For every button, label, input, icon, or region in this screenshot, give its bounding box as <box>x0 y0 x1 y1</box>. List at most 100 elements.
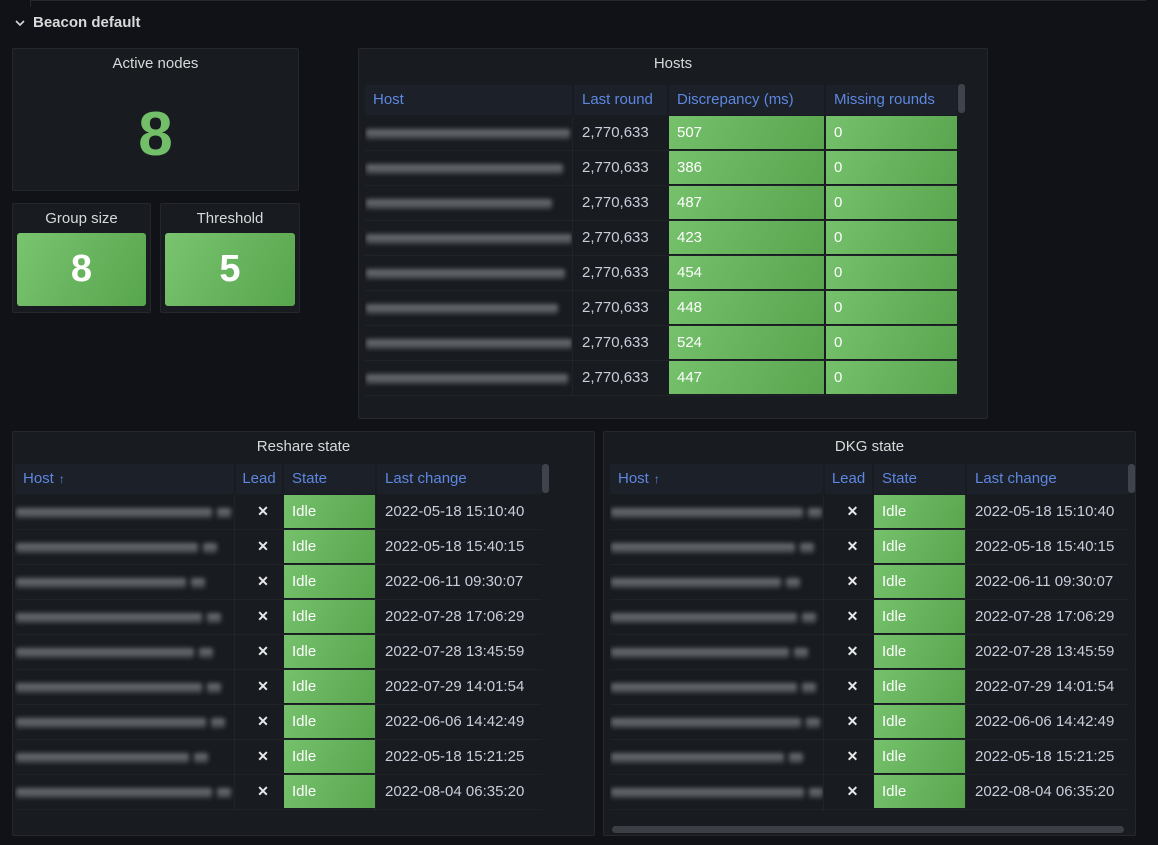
hosts-vertical-scrollbar-thumb[interactable] <box>958 84 965 113</box>
redacted-host-name-tail <box>217 787 231 799</box>
missing-rounds-cell: 0 <box>826 151 957 184</box>
host-cell <box>15 635 234 670</box>
lead-x-mark: ✕ <box>823 775 872 810</box>
redacted-host-name-tail <box>800 542 814 554</box>
last-round-cell: 2,770,633 <box>572 291 667 326</box>
redacted-host-name <box>366 233 572 245</box>
discrepancy-cell: 386 <box>669 151 824 184</box>
state-cell: Idle <box>284 775 375 808</box>
table-row: ✕Idle2022-06-06 14:42:49 <box>15 705 542 740</box>
redacted-host-name-tail <box>802 682 816 694</box>
table-row: 2,770,6334480 <box>365 291 957 326</box>
last-change-cell: 2022-05-18 15:40:15 <box>965 530 1129 565</box>
redacted-host-name-tail <box>808 507 822 519</box>
column-header-missing-rounds[interactable]: Missing rounds <box>826 85 957 115</box>
table-row: 2,770,6335240 <box>365 326 957 361</box>
column-header-host-sorted[interactable]: Host↑ <box>610 464 823 494</box>
panel-dkg-state: DKG state Host↑ Lead State Last change ✕… <box>603 431 1136 836</box>
panel-threshold: Threshold 5 <box>160 203 300 313</box>
lead-x-mark: ✕ <box>234 740 282 775</box>
host-cell <box>15 600 234 635</box>
section-header-beacon-default[interactable]: Beacon default <box>14 14 141 31</box>
column-header-host-sorted[interactable]: Host↑ <box>15 464 234 494</box>
hosts-table-header: Host Last round Discrepancy (ms) Missing… <box>365 85 957 115</box>
lead-x-mark: ✕ <box>234 775 282 810</box>
table-row: ✕Idle2022-06-06 14:42:49 <box>610 705 1129 740</box>
reshare-vertical-scrollbar-thumb[interactable] <box>542 464 549 493</box>
redacted-host-name <box>366 128 570 140</box>
redacted-host-name <box>611 577 781 589</box>
table-row: 2,770,6333860 <box>365 151 957 186</box>
redacted-host-name <box>366 198 552 210</box>
last-change-cell: 2022-05-18 15:10:40 <box>375 495 542 530</box>
redacted-host-name <box>611 507 803 519</box>
redacted-host-name <box>16 717 206 729</box>
panel-title-group-size[interactable]: Group size <box>13 204 150 234</box>
reshare-table-body: ✕Idle2022-05-18 15:10:40✕Idle2022-05-18 … <box>15 495 542 810</box>
host-cell <box>610 670 823 705</box>
lead-x-mark: ✕ <box>823 705 872 740</box>
column-header-last-change[interactable]: Last change <box>377 464 542 494</box>
last-change-cell: 2022-06-06 14:42:49 <box>965 705 1129 740</box>
panel-above-edge <box>30 0 1146 7</box>
redacted-host-name <box>366 373 568 385</box>
host-cell <box>365 326 572 361</box>
dkg-horizontal-scrollbar-thumb[interactable] <box>612 826 1124 833</box>
panel-title-dkg-state[interactable]: DKG state <box>604 432 1135 462</box>
hosts-table-body: 2,770,63350702,770,63338602,770,63348702… <box>365 116 957 396</box>
sort-asc-icon: ↑ <box>59 472 65 486</box>
lead-x-mark: ✕ <box>234 705 282 740</box>
last-change-cell: 2022-07-28 13:45:59 <box>965 635 1129 670</box>
state-cell: Idle <box>284 670 375 703</box>
panel-hosts: Hosts Host Last round Discrepancy (ms) M… <box>358 48 988 419</box>
last-round-cell: 2,770,633 <box>572 221 667 256</box>
table-row: ✕Idle2022-07-28 17:06:29 <box>610 600 1129 635</box>
lead-x-mark: ✕ <box>823 670 872 705</box>
last-change-cell: 2022-08-04 06:35:20 <box>965 775 1129 810</box>
host-cell <box>365 291 572 326</box>
host-cell <box>610 775 823 810</box>
column-header-state[interactable]: State <box>284 464 375 494</box>
redacted-host-name-tail <box>809 787 823 799</box>
state-cell: Idle <box>284 530 375 563</box>
host-cell <box>610 600 823 635</box>
host-cell <box>610 705 823 740</box>
column-header-last-change[interactable]: Last change <box>967 464 1129 494</box>
column-header-discrepancy[interactable]: Discrepancy (ms) <box>669 85 824 115</box>
redacted-host-name-tail <box>194 752 208 764</box>
lead-x-mark: ✕ <box>234 565 282 600</box>
column-header-state[interactable]: State <box>874 464 965 494</box>
last-round-cell: 2,770,633 <box>572 116 667 151</box>
panel-title-hosts[interactable]: Hosts <box>359 49 987 79</box>
column-header-last-round[interactable]: Last round <box>574 85 667 115</box>
dkg-vertical-scrollbar-thumb[interactable] <box>1128 464 1135 493</box>
table-row: ✕Idle2022-06-11 09:30:07 <box>610 565 1129 600</box>
redacted-host-name <box>611 787 804 799</box>
redacted-host-name <box>16 507 212 519</box>
redacted-host-name-tail <box>217 507 231 519</box>
host-cell <box>15 565 234 600</box>
host-cell <box>365 151 572 186</box>
panel-title-threshold[interactable]: Threshold <box>161 204 299 234</box>
missing-rounds-cell: 0 <box>826 326 957 359</box>
redacted-host-name <box>16 647 194 659</box>
redacted-host-name <box>16 682 202 694</box>
host-cell <box>15 670 234 705</box>
panel-title-reshare-state[interactable]: Reshare state <box>13 432 594 462</box>
state-cell: Idle <box>284 705 375 738</box>
panel-title-active-nodes[interactable]: Active nodes <box>13 49 298 79</box>
last-change-cell: 2022-06-11 09:30:07 <box>965 565 1129 600</box>
state-cell: Idle <box>874 740 965 773</box>
lead-x-mark: ✕ <box>823 635 872 670</box>
column-header-host[interactable]: Host <box>365 85 572 115</box>
panel-active-nodes: Active nodes 8 <box>12 48 299 191</box>
column-header-lead[interactable]: Lead <box>825 464 872 494</box>
table-row: 2,770,6334870 <box>365 186 957 221</box>
redacted-host-name-tail <box>211 717 225 729</box>
table-row: ✕Idle2022-05-18 15:40:15 <box>610 530 1129 565</box>
column-header-lead[interactable]: Lead <box>236 464 282 494</box>
last-round-cell: 2,770,633 <box>572 151 667 186</box>
table-row: ✕Idle2022-07-28 13:45:59 <box>610 635 1129 670</box>
last-change-cell: 2022-06-06 14:42:49 <box>375 705 542 740</box>
discrepancy-cell: 454 <box>669 256 824 289</box>
